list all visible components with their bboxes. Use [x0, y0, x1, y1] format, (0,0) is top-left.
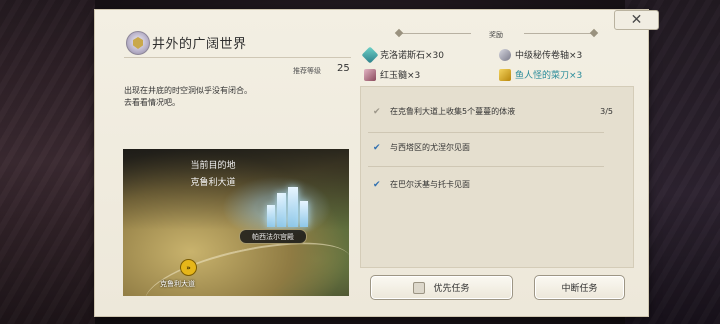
description-line-2: 去看看情况吧。 — [124, 98, 180, 107]
cleaver-icon — [499, 68, 511, 81]
background-left — [0, 0, 95, 324]
priority-quest-button[interactable]: 优先任务 — [370, 275, 513, 300]
close-button[interactable]: ✕ — [614, 10, 659, 30]
castle-icon — [263, 187, 311, 227]
map-destination-label: 当前目的地 — [190, 161, 236, 171]
rewards-header: 奖励 — [489, 31, 503, 39]
reward-item[interactable]: 红玉髓×3 — [364, 68, 420, 81]
check-icon: ✔ — [373, 106, 381, 117]
description-line-1: 出现在井底的时空洞似乎没有闭合。 — [124, 86, 252, 95]
close-icon: ✕ — [630, 12, 643, 28]
map-location-tag[interactable]: 帕西法尔宫殿 — [239, 229, 307, 244]
objective-divider — [368, 166, 604, 167]
check-icon: ✔ — [373, 142, 381, 153]
carnelian-icon — [364, 68, 376, 81]
objective-row: ✔ 在克鲁利大道上收集5个蔓蔓的体液 3/5 — [373, 106, 613, 117]
title-divider — [124, 57, 351, 58]
reward-item[interactable]: 中级秘传卷轴×3 — [499, 48, 582, 61]
quest-description: 出现在井底的时空洞似乎没有闭合。 去看看情况吧。 — [124, 85, 252, 109]
quest-map[interactable] — [123, 149, 349, 296]
reward-item[interactable]: 克洛诺斯石×30 — [361, 46, 444, 63]
map-current-location: 克鲁利大道 — [160, 280, 195, 288]
recommended-level-value: 25 — [337, 63, 350, 74]
check-icon: ✔ — [373, 179, 381, 190]
scroll-icon — [499, 48, 511, 61]
gem-icon — [361, 46, 379, 63]
abort-quest-button[interactable]: 中断任务 — [534, 275, 625, 300]
reward-item[interactable]: 鱼人怪的菜刀×3 — [499, 68, 582, 81]
location-marker-icon[interactable]: » — [180, 259, 197, 276]
quest-title: 井外的广阔世界 — [152, 37, 247, 52]
quest-emblem-icon — [126, 31, 150, 55]
objective-divider — [368, 132, 604, 133]
priority-checkbox[interactable] — [413, 281, 426, 294]
map-destination-name: 克鲁利大道 — [190, 178, 236, 188]
objective-row: ✔ 与西塔区的尤涅尔见面 — [373, 142, 470, 153]
objective-count: 3/5 — [600, 107, 613, 116]
recommended-level-label: 推荐等级 — [293, 67, 321, 75]
objective-row: ✔ 在巴尔沃基与托卡见面 — [373, 179, 470, 190]
